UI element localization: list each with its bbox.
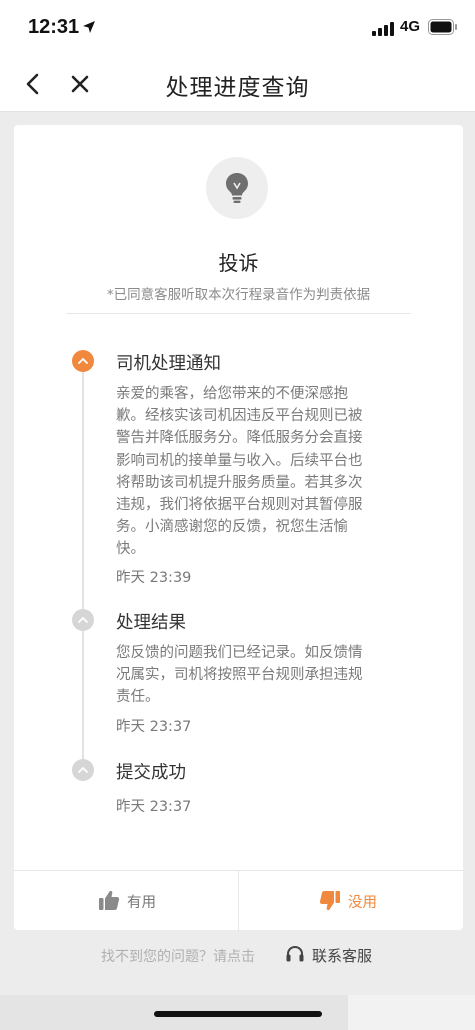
thumbs-down-icon	[319, 891, 340, 911]
step-time: 昨天 23:37	[116, 799, 192, 815]
useless-button[interactable]: 没用	[239, 871, 463, 931]
body-line: 责任。	[116, 689, 160, 706]
step-title: 处理结果	[116, 613, 186, 633]
body-line: 您反馈的问题我们已经记录。如反馈情	[116, 645, 363, 661]
nav-bar: 处理进度查询	[0, 56, 475, 112]
useful-label: 有用	[127, 895, 156, 911]
help-row: 找不到您的问题？请点击 联系客服	[0, 944, 475, 968]
step-time: 昨天 23:39	[116, 570, 192, 586]
complaint-note: *已同意客服听取本次行程录音作为判责依据	[106, 287, 371, 303]
signal-icon	[372, 22, 394, 36]
body-line: 快。	[116, 541, 145, 558]
chevron-up-icon	[78, 767, 88, 773]
step-body: 亲爱的乘客，给您带来的不便深感抱 歉。经核实该司机因违反平台规则已被 警告并降低…	[116, 383, 388, 561]
network-type: 4G	[400, 18, 421, 35]
location-arrow-icon	[83, 21, 95, 33]
body-line: 务。小滴感谢您的反馈，祝您生活愉	[116, 519, 348, 536]
step-dot	[72, 759, 94, 781]
body-line: 亲爱的乘客，给您带来的不便深感抱	[116, 386, 348, 402]
step-body: 您反馈的问题我们已经记录。如反馈情 况属实，司机将按照平台规则承担违规 责任。	[116, 642, 388, 709]
page-title: 处理进度查询	[165, 75, 310, 101]
headset-icon[interactable]	[285, 944, 305, 964]
body-line: 警告并降低服务分。降低服务分会直接	[116, 430, 363, 447]
timeline-line	[82, 367, 84, 767]
help-text: 找不到您的问题？请点击	[101, 949, 255, 965]
step-title: 司机处理通知	[116, 354, 221, 374]
body-line: 违规，我们将依据平台规则对其暂停服	[116, 497, 363, 514]
useful-button[interactable]: 有用	[14, 871, 238, 931]
body-line: 影响司机的接单量与收入。后续平台也	[116, 452, 363, 469]
bottom-strip-light	[348, 995, 475, 1030]
body-line: 将帮助该司机提升服务质量。若其多次	[116, 474, 363, 491]
lightbulb-badge	[206, 157, 268, 219]
home-indicator[interactable]	[154, 1011, 322, 1017]
feedback-bar: 有用 没用	[14, 870, 463, 931]
useless-label: 没用	[348, 895, 377, 911]
battery-icon	[428, 19, 457, 35]
status-time: 12:31	[28, 16, 80, 38]
body-line: 歉。经核实该司机因违反平台规则已被	[116, 408, 363, 425]
step-dot-active	[72, 350, 94, 372]
step-dot	[72, 609, 94, 631]
thumbs-up-icon	[99, 890, 120, 910]
contact-support-link[interactable]: 联系客服	[312, 945, 372, 966]
chevron-up-icon	[78, 617, 88, 623]
complaint-title: 投诉	[218, 251, 259, 275]
chevron-up-icon	[78, 358, 88, 364]
progress-card: 投诉 *已同意客服听取本次行程录音作为判责依据 司机处理通知 亲爱的乘客，给您带…	[14, 125, 463, 931]
status-bar: 12:31 4G	[0, 0, 475, 56]
step-time: 昨天 23:37	[116, 719, 192, 735]
lightbulb-icon	[226, 173, 248, 203]
divider	[66, 313, 411, 314]
body-line: 况属实，司机将按照平台规则承担违规	[116, 667, 363, 684]
step-title: 提交成功	[116, 763, 186, 783]
